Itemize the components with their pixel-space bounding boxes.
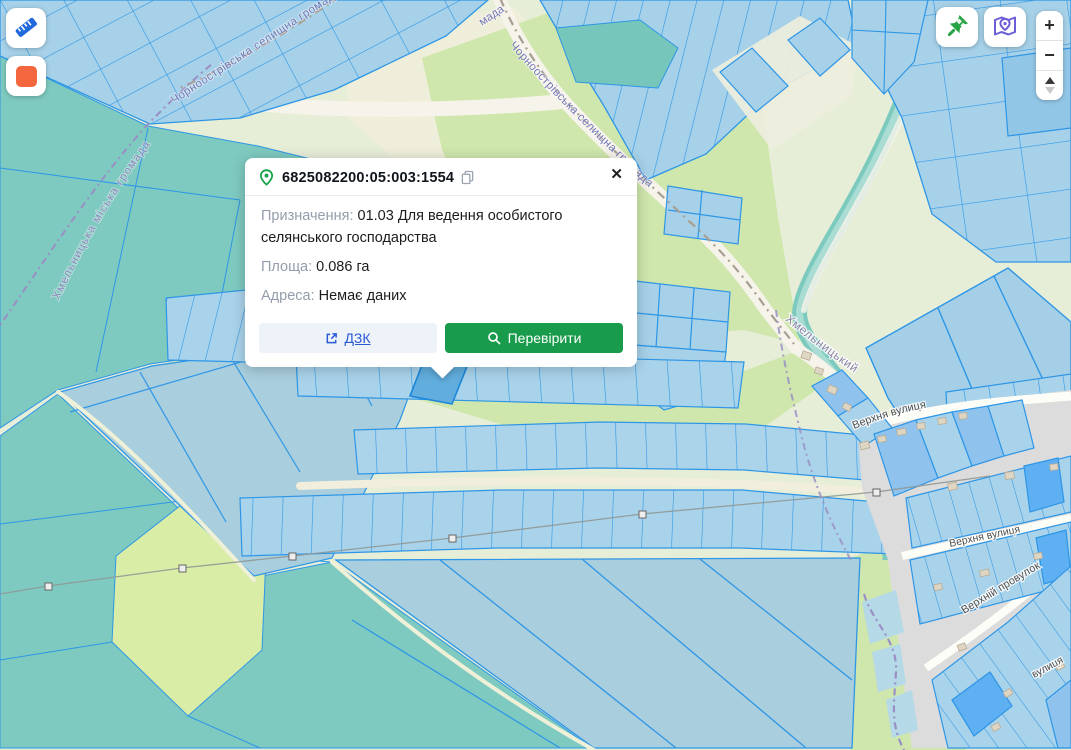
popup-body: Призначення:01.03 Для ведення особистого… <box>245 196 637 316</box>
spinner-down-icon <box>1045 87 1055 94</box>
field-label: Призначення: <box>261 208 354 224</box>
field-label: Площа: <box>261 259 312 275</box>
field-address: Адреса:Немає даних <box>261 285 621 307</box>
location-pin-icon <box>259 169 274 186</box>
orange-square-icon <box>16 66 37 87</box>
map-layers-button[interactable] <box>984 7 1026 47</box>
parcel-id: 6825082200:05:003:1554 <box>282 170 454 186</box>
draw-area-tool-button[interactable] <box>6 56 46 96</box>
field-value: 0.086 га <box>316 259 369 275</box>
field-value: Немає даних <box>319 288 407 304</box>
close-button[interactable]: ✕ <box>606 165 627 184</box>
pin-layer-button[interactable] <box>936 7 978 47</box>
zoom-control: + − <box>1036 11 1063 100</box>
verify-label: Перевірити <box>508 330 582 346</box>
parcel-info-popup: 6825082200:05:003:1554 ✕ Призначення:01.… <box>245 158 637 367</box>
field-purpose: Призначення:01.03 Для ведення особистого… <box>261 205 621 249</box>
ruler-icon <box>13 14 39 43</box>
external-link-icon <box>325 332 338 345</box>
map-canvas[interactable]: Чорноострівська селищна громада мада Чор… <box>0 0 1071 750</box>
pushpin-icon <box>943 12 971 43</box>
field-label: Адреса: <box>261 288 315 304</box>
measure-tool-button[interactable] <box>6 8 46 48</box>
tilt-spinner[interactable] <box>1036 71 1063 100</box>
field-area: Площа:0.086 га <box>261 256 621 278</box>
search-icon <box>487 331 501 345</box>
cadastral-map-app: Чорноострівська селищна громада мада Чор… <box>0 0 1071 750</box>
verify-button[interactable]: Перевірити <box>445 323 623 353</box>
popup-header: 6825082200:05:003:1554 ✕ <box>245 158 637 196</box>
map-pin-icon <box>991 12 1019 43</box>
spinner-up-icon <box>1045 77 1055 84</box>
dzk-label: ДЗК <box>344 330 370 346</box>
copy-icon[interactable] <box>461 170 474 185</box>
dzk-link-button[interactable]: ДЗК <box>259 323 437 353</box>
zoom-in-button[interactable]: + <box>1036 11 1063 40</box>
zoom-out-button[interactable]: − <box>1036 41 1063 70</box>
